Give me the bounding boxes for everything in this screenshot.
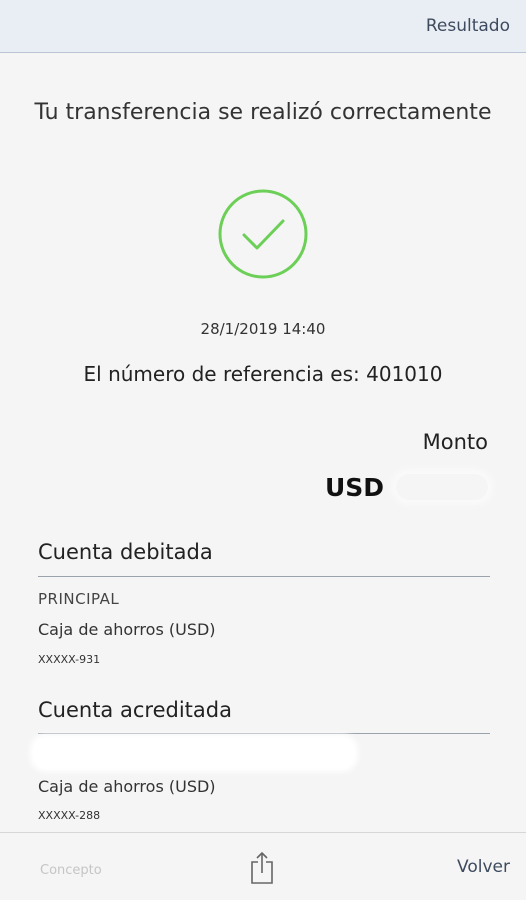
back-button[interactable]: Volver — [457, 857, 510, 877]
reference-number: El número de referencia es: 401010 — [83, 362, 443, 386]
debited-account-number: XXXXX-931 — [38, 653, 101, 666]
concept-label: Concepto — [40, 863, 102, 878]
amount-currency: USD — [324, 472, 384, 502]
credited-account-title: Cuenta acreditada — [38, 698, 232, 722]
amount-value: USD — [325, 470, 488, 504]
share-icon[interactable] — [249, 851, 275, 885]
debited-divider — [38, 576, 490, 577]
redacted-account-alias — [34, 738, 354, 768]
transfer-date: 28/1/2019 14:40 — [200, 320, 326, 338]
screen-title: Resultado — [425, 16, 510, 36]
credited-divider — [38, 733, 490, 734]
redacted-amount — [396, 474, 488, 500]
check-circle-icon — [218, 189, 308, 279]
amount-label: Monto — [422, 430, 488, 454]
result-headline: Tu transferencia se realizó correctament… — [34, 100, 492, 125]
top-bar: Resultado — [0, 0, 526, 53]
debited-account-type: Caja de ahorros (USD) — [38, 620, 216, 639]
debited-account-alias: PRINCIPAL — [38, 590, 120, 608]
credited-account-type: Caja de ahorros (USD) — [38, 777, 216, 796]
bottom-bar: Concepto Volver — [0, 832, 526, 900]
credited-account-number: XXXXX-288 — [38, 809, 101, 822]
debited-account-title: Cuenta debitada — [38, 540, 213, 564]
